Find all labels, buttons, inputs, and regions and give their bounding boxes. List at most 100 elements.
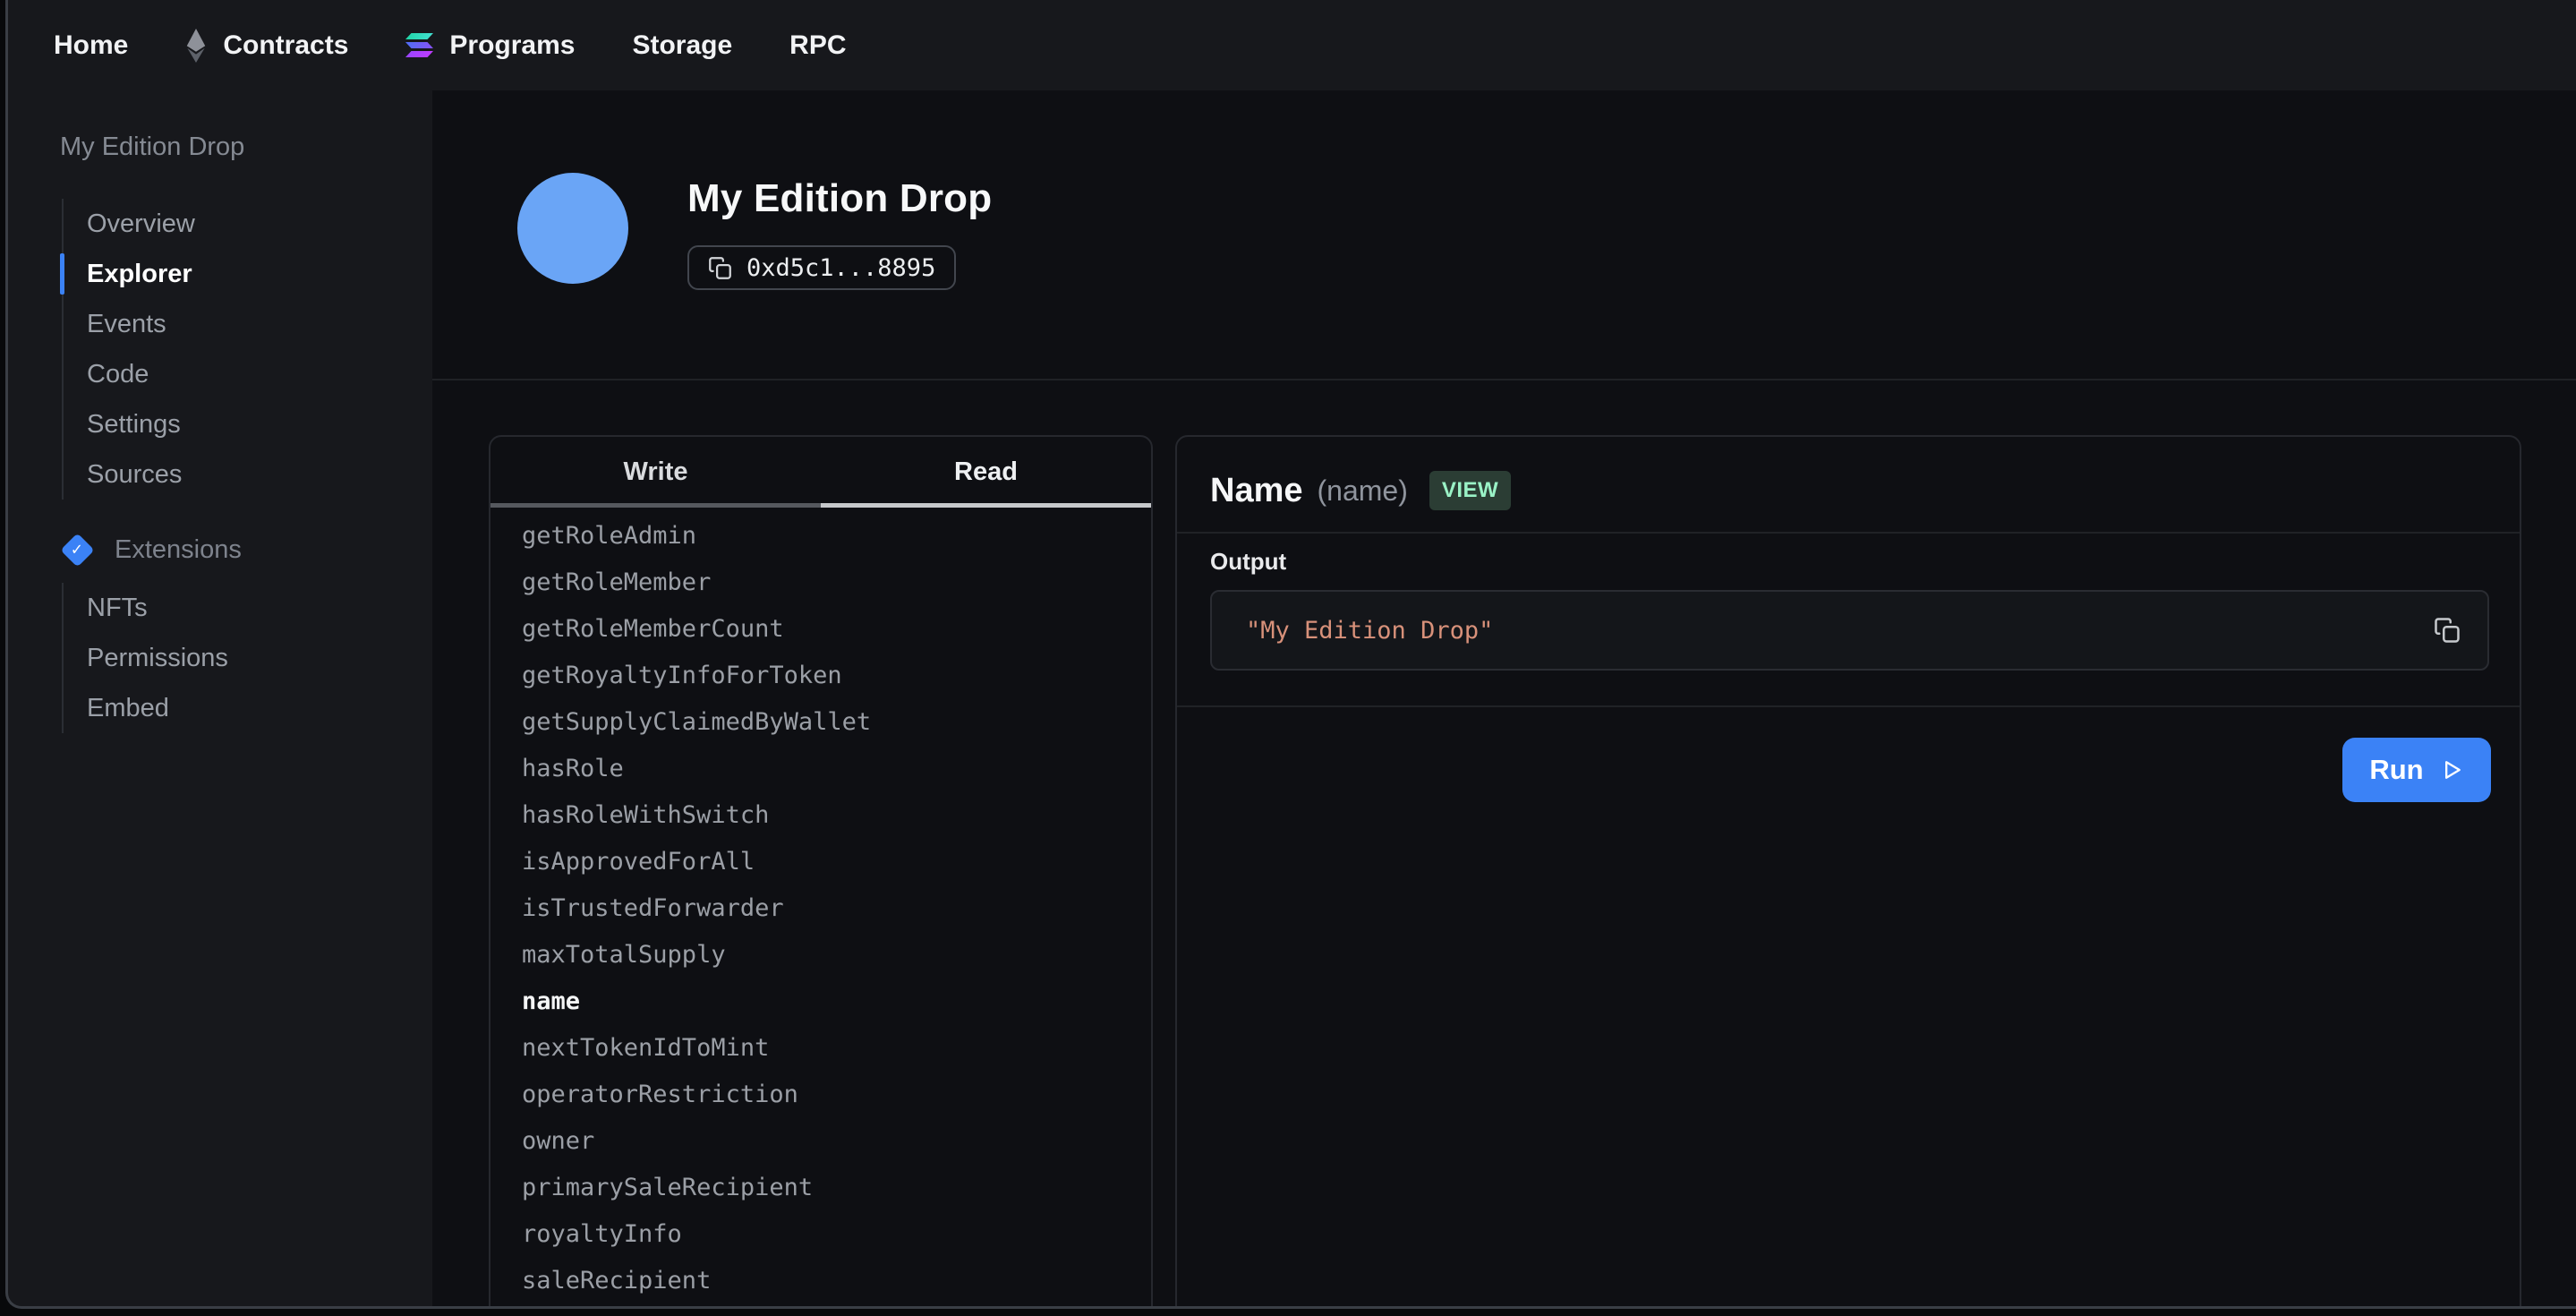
function-list-item[interactable]: getRoleMember [490,559,1151,605]
function-list-item[interactable]: getRoleAdmin [490,512,1151,559]
function-name: isApprovedForAll [522,848,755,876]
nav-programs[interactable]: Programs [405,30,575,61]
function-list-item[interactable]: operatorRestriction [490,1071,1151,1117]
function-list-item[interactable]: saleRecipient [490,1257,1151,1303]
output-value: "My Edition Drop" [1246,617,2434,645]
function-name: royaltyInfo [522,1220,682,1248]
function-name: primarySaleRecipient [522,1174,813,1201]
contract-address-badge[interactable]: 0xd5c1...8895 [687,245,956,290]
function-detail-panel: Name (name) VIEW Output "My Edition Drop… [1175,435,2521,1309]
tab-write[interactable]: Write [490,437,821,508]
function-list-item[interactable]: royaltyInfo [490,1210,1151,1257]
function-name: hasRoleWithSwitch [522,801,769,829]
function-list: getRoleAdmin getRoleMember getRoleMember… [490,508,1151,1309]
function-name: maxTotalSupply [522,941,726,969]
function-list-item[interactable]: hasRole [490,745,1151,791]
nav-programs-label: Programs [449,30,575,61]
header-divider [432,379,2576,380]
function-name: owner [522,1127,594,1155]
sidebar-item-label: Embed [87,694,169,723]
nav-contracts-label: Contracts [223,30,348,61]
sidebar-item[interactable]: Code [64,349,195,399]
function-list-item[interactable]: name [490,978,1151,1024]
nav-storage[interactable]: Storage [632,30,732,61]
sidebar-item-label: NFTs [87,594,148,623]
copy-icon [708,256,732,280]
play-icon [2439,757,2464,782]
run-label: Run [2369,754,2423,786]
app-window: Home Contracts [5,0,2576,1309]
function-list-item[interactable]: supportsInterface [490,1303,1151,1309]
extensions-label: Extensions [115,535,242,565]
sidebar-item-label: Events [87,310,166,339]
sidebar-item[interactable]: Explorer [64,249,195,299]
check-icon: ✓ [71,541,83,559]
function-title: Name [1210,472,1303,510]
function-list-item[interactable]: getRoleMemberCount [490,605,1151,652]
output-label: Output [1210,548,1286,576]
function-detail-header: Name (name) VIEW [1210,471,1511,510]
copy-icon [2434,617,2461,644]
nav-storage-label: Storage [632,30,732,61]
contract-avatar [517,173,628,284]
sidebar-item[interactable]: NFTs [64,583,228,633]
extensions-header[interactable]: ✓ Extensions [60,526,242,573]
sidebar-item[interactable]: Settings [64,399,195,449]
function-list-item[interactable]: maxTotalSupply [490,931,1151,978]
nav-home[interactable]: Home [54,30,128,61]
function-name: saleRecipient [522,1267,711,1295]
function-name: operatorRestriction [522,1081,798,1108]
function-list-item[interactable]: getRoyaltyInfoForToken [490,652,1151,698]
function-list-item[interactable]: isTrustedForwarder [490,884,1151,931]
copy-output-button[interactable] [2434,617,2461,644]
sidebar-item[interactable]: Events [64,299,195,349]
main-content: My Edition Drop 0xd5c1...8895 Write Read [432,90,2576,1306]
tab-write-label: Write [624,457,688,487]
sidebar-item-label: Permissions [87,644,228,673]
function-explorer-panel: Write Read getRoleAdmin getRoleMemb [489,435,1153,1309]
sidebar-item[interactable]: Overview [64,199,195,249]
page-title: My Edition Drop [687,176,992,221]
output-box: "My Edition Drop" [1210,590,2489,671]
sidebar-item-label: Sources [87,460,182,490]
function-name: getRoleMemberCount [522,615,784,643]
contract-section-nav: Overview Explorer Events Code Settings [62,199,195,500]
extensions-diamond-icon: ✓ [60,533,94,567]
ethereum-icon [185,29,207,63]
function-name: getRoyaltyInfoForToken [522,662,842,689]
contract-address: 0xd5c1...8895 [746,254,935,282]
mutability-badge: VIEW [1429,471,1511,510]
solana-icon [405,33,433,57]
top-nav: Home Contracts [8,0,2576,90]
function-list-item[interactable]: isApprovedForAll [490,838,1151,884]
sidebar-item[interactable]: Embed [64,683,228,733]
function-list-item[interactable]: owner [490,1117,1151,1164]
function-name: getRoleAdmin [522,522,696,550]
detail-divider-top [1177,532,2520,534]
function-list-item[interactable]: getSupplyClaimedByWallet [490,698,1151,745]
run-button[interactable]: Run [2342,738,2491,802]
function-name: name [522,987,580,1015]
sidebar-item[interactable]: Permissions [64,633,228,683]
function-list-item[interactable]: primarySaleRecipient [490,1164,1151,1210]
function-name: hasRole [522,755,624,782]
function-name: getRoleMember [522,568,711,596]
nav-rpc[interactable]: RPC [789,30,846,61]
sidebar-item-label: Settings [87,410,181,440]
function-list-item[interactable]: hasRoleWithSwitch [490,791,1151,838]
function-list-item[interactable]: nextTokenIdToMint [490,1024,1151,1071]
detail-divider-bottom [1177,705,2520,707]
sidebar-item[interactable]: Sources [64,449,195,500]
extensions-nav: NFTs Permissions Embed [62,583,228,733]
function-signature: (name) [1318,474,1408,508]
sidebar-item-label: Overview [87,209,195,239]
explorer-tabs: Write Read [490,437,1151,508]
function-name: getSupplyClaimedByWallet [522,708,871,736]
nav-contracts[interactable]: Contracts [185,29,348,63]
tab-read[interactable]: Read [821,437,1151,508]
function-name: isTrustedForwarder [522,894,784,922]
nav-rpc-label: RPC [789,30,846,61]
sidebar-item-label: Explorer [87,260,192,289]
sidebar: My Edition Drop Overview Explorer Events… [8,90,432,1306]
contract-name-heading: My Edition Drop [60,132,244,162]
